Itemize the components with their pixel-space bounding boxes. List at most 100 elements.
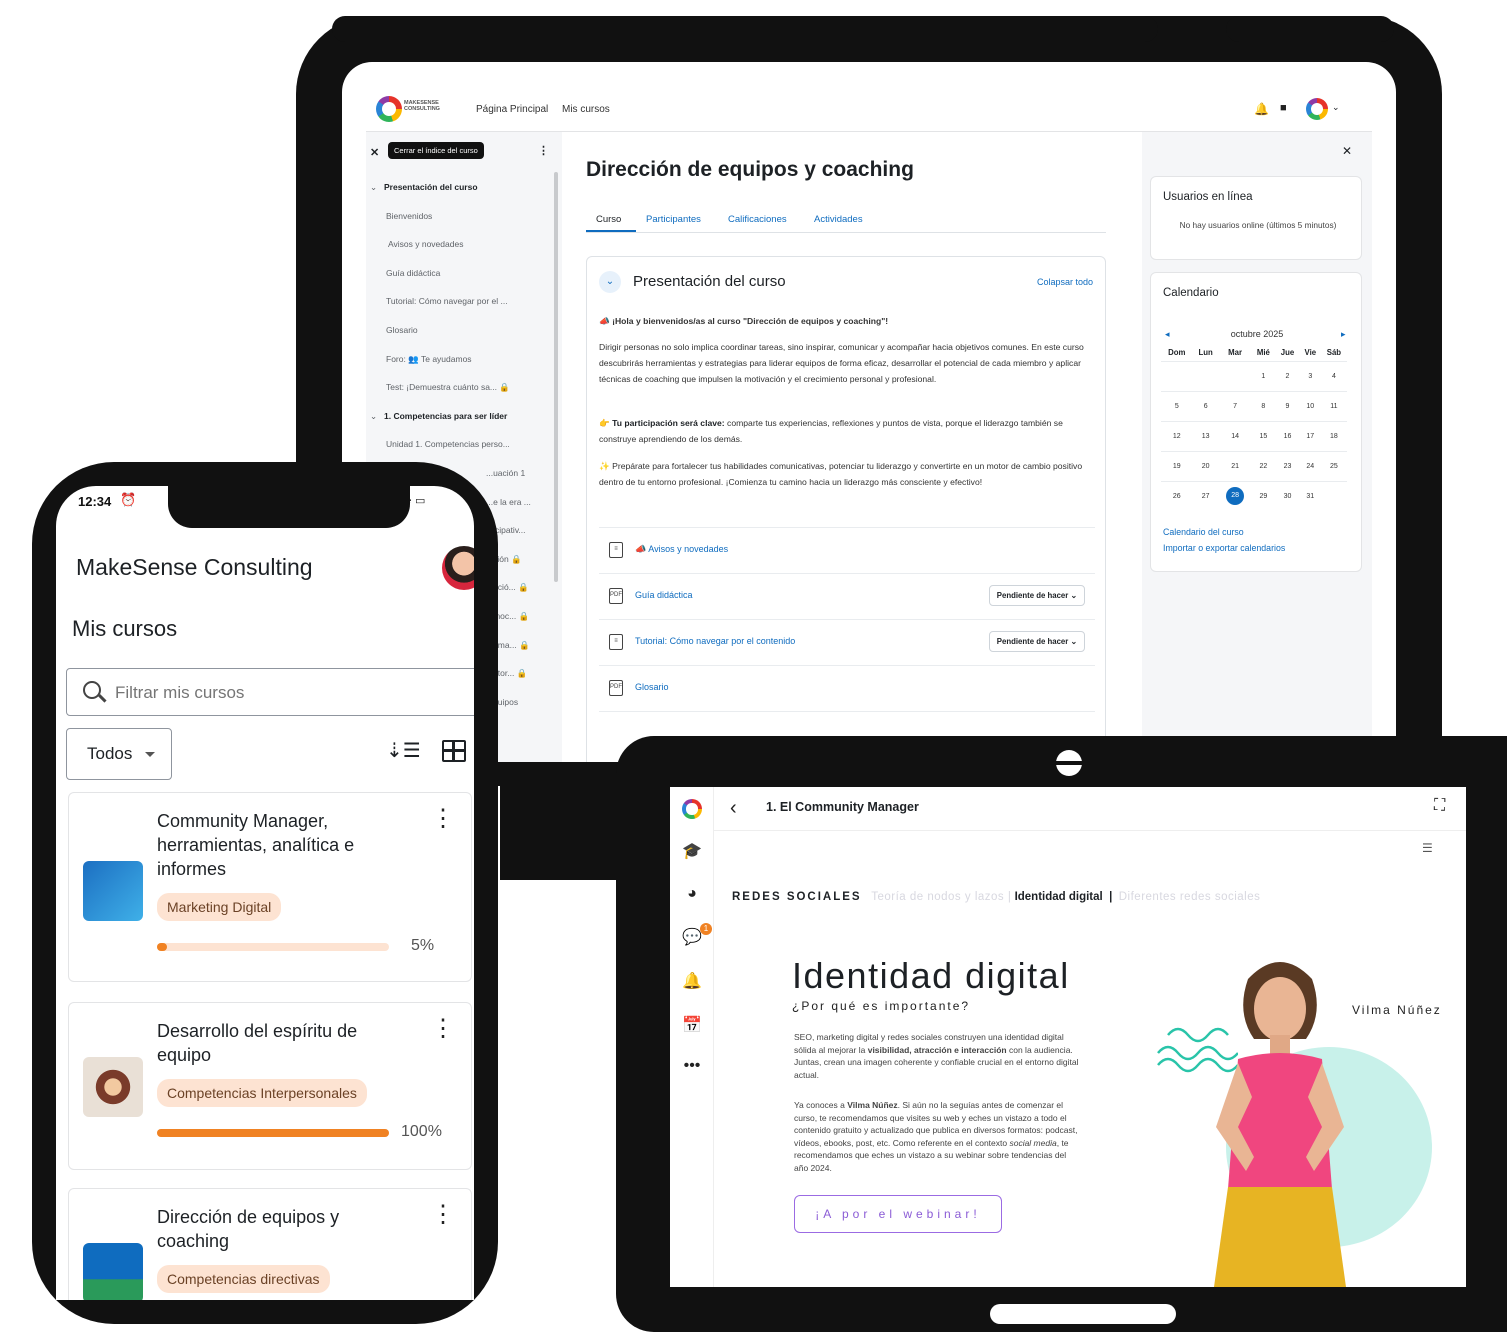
- calendar-day[interactable]: 29: [1251, 480, 1276, 511]
- close-drawer-icon[interactable]: ✕: [1342, 144, 1352, 158]
- course-index-item[interactable]: Unidad 1. Competencias perso...: [386, 439, 510, 449]
- activity-link[interactable]: Tutorial: Cómo navegar por el contenido: [635, 636, 795, 646]
- activity-row[interactable]: PDF Guía didáctica Pendiente de hacer ⌄: [599, 573, 1095, 617]
- back-chevron-icon[interactable]: ‹: [730, 797, 737, 820]
- user-avatar[interactable]: [1306, 98, 1328, 120]
- calendar-day[interactable]: 31: [1299, 480, 1321, 511]
- more-options-icon[interactable]: •••: [682, 1057, 702, 1077]
- activity-link[interactable]: 📣 Avisos y novedades: [635, 544, 728, 555]
- calendar-day[interactable]: 12: [1161, 420, 1193, 451]
- activity-row[interactable]: PDF Glosario: [599, 665, 1095, 709]
- import-export-calendars-link[interactable]: Importar o exportar calendarios: [1163, 543, 1285, 553]
- tab-grades[interactable]: Calificaciones: [728, 214, 787, 225]
- calendar-day[interactable]: 19: [1161, 450, 1193, 481]
- calendar-day[interactable]: 7: [1218, 390, 1252, 421]
- course-title[interactable]: Community Manager, herramientas, analíti…: [157, 809, 397, 881]
- fullscreen-icon[interactable]: ⛶: [1434, 797, 1445, 815]
- course-index-section[interactable]: 1. Competencias para ser líder: [384, 411, 507, 421]
- course-filter-input[interactable]: [115, 683, 445, 703]
- course-index-item[interactable]: Bienvenidos: [386, 211, 432, 221]
- calendar-day[interactable]: 10: [1299, 390, 1321, 421]
- course-card[interactable]: Desarrollo del espíritu de equipo ⋮ Comp…: [68, 1002, 472, 1170]
- calendar-day[interactable]: 24: [1299, 450, 1321, 481]
- activity-link[interactable]: Guía didáctica: [635, 590, 693, 600]
- course-index-scrollbar[interactable]: [554, 172, 558, 582]
- course-calendar-link[interactable]: Calendario del curso: [1163, 527, 1244, 537]
- calendar-day[interactable]: 23: [1275, 450, 1300, 481]
- course-card[interactable]: Community Manager, herramientas, analíti…: [68, 792, 472, 982]
- course-title[interactable]: Desarrollo del espíritu de equipo: [157, 1019, 397, 1067]
- course-card[interactable]: Dirección de equipos y coaching ⋮ Compet…: [68, 1188, 472, 1300]
- activity-link[interactable]: Glosario: [635, 682, 669, 692]
- user-avatar[interactable]: [442, 546, 474, 590]
- bell-icon[interactable]: 🔔: [682, 971, 702, 991]
- calendar-day[interactable]: 15: [1251, 420, 1276, 451]
- nav-link-my-courses[interactable]: Mis cursos: [562, 104, 610, 115]
- completion-status-dropdown[interactable]: Pendiente de hacer ⌄: [988, 631, 1085, 652]
- calendar-day[interactable]: 28: [1218, 480, 1252, 511]
- calendar-day[interactable]: 11: [1320, 390, 1347, 421]
- messages-bubble-icon[interactable]: 💬: [682, 927, 702, 947]
- notifications-bell-icon[interactable]: 🔔: [1254, 102, 1269, 116]
- course-index-item[interactable]: Tutorial: Cómo navegar por el ...: [386, 296, 508, 306]
- calendar-day[interactable]: 22: [1251, 450, 1276, 481]
- makesense-logo-icon[interactable]: [682, 799, 702, 819]
- completion-status-dropdown[interactable]: Pendiente de hacer ⌄: [988, 585, 1085, 606]
- calendar-day[interactable]: 2: [1275, 360, 1300, 391]
- course-index-item[interactable]: Glosario: [386, 325, 418, 335]
- course-options-kebab-icon[interactable]: ⋮: [431, 1203, 455, 1227]
- messages-icon[interactable]: ■: [1280, 102, 1287, 114]
- close-course-index-icon[interactable]: ✕: [370, 146, 379, 159]
- course-index-item[interactable]: ...uación 1: [486, 468, 525, 478]
- calendar-day[interactable]: 26: [1161, 480, 1193, 511]
- calendar-day[interactable]: 4: [1320, 360, 1347, 391]
- calendar-day[interactable]: 25: [1320, 450, 1347, 481]
- calendar-day[interactable]: 17: [1299, 420, 1321, 451]
- calendar-day[interactable]: 27: [1192, 480, 1219, 511]
- activity-row[interactable]: ≡ 📣 Avisos y novedades: [599, 527, 1095, 571]
- course-status-select[interactable]: Todos: [66, 728, 172, 780]
- tab-participants[interactable]: Participantes: [646, 214, 701, 225]
- calendar-day[interactable]: 16: [1275, 420, 1300, 451]
- calendar-day[interactable]: 6: [1192, 390, 1219, 421]
- course-options-kebab-icon[interactable]: ⋮: [431, 807, 455, 831]
- next-month-arrow-icon[interactable]: ▸: [1341, 329, 1346, 340]
- section-chevron-down-icon[interactable]: ⌄: [370, 182, 377, 193]
- calendar-day[interactable]: 30: [1275, 480, 1300, 511]
- calendar-day[interactable]: 3: [1299, 360, 1321, 391]
- calendar-icon[interactable]: 📅: [682, 1015, 702, 1035]
- table-of-contents-icon[interactable]: ☰: [1422, 841, 1433, 855]
- course-index-section[interactable]: Presentación del curso: [384, 182, 478, 192]
- nav-link-home[interactable]: Página Principal: [476, 104, 548, 115]
- calendar-day[interactable]: 5: [1161, 390, 1193, 421]
- course-index-item[interactable]: Avisos y novedades: [388, 239, 463, 249]
- collapse-section-chevron-icon[interactable]: ⌄: [599, 271, 621, 293]
- course-index-item[interactable]: Guía didáctica: [386, 268, 440, 278]
- calendar-day[interactable]: 14: [1218, 420, 1252, 451]
- breadcrumb-prev[interactable]: Teoría de nodos y lazos |: [871, 891, 1011, 903]
- course-title[interactable]: Dirección de equipos y coaching: [157, 1205, 397, 1253]
- calendar-day[interactable]: 1: [1251, 360, 1276, 391]
- course-index-item[interactable]: Foro: 👥 Te ayudamos: [386, 354, 472, 365]
- collapse-all-link[interactable]: Colapsar todo: [1037, 277, 1093, 287]
- webinar-button[interactable]: ¡A por el webinar!: [794, 1195, 1002, 1233]
- course-index-item[interactable]: Test: ¡Demuestra cuánto sa... 🔒: [386, 382, 510, 393]
- calendar-day[interactable]: 9: [1275, 390, 1300, 421]
- course-options-kebab-icon[interactable]: ⋮: [431, 1017, 455, 1041]
- breadcrumb-next[interactable]: Diferentes redes sociales: [1119, 891, 1261, 903]
- grid-view-icon[interactable]: [442, 740, 466, 762]
- tab-activities[interactable]: Actividades: [814, 214, 863, 225]
- course-index-options-icon[interactable]: ⋮: [538, 144, 549, 157]
- calendar-day[interactable]: 20: [1192, 450, 1219, 481]
- activity-row[interactable]: ≡ Tutorial: Cómo navegar por el contenid…: [599, 619, 1095, 663]
- course-index-item[interactable]: ...e la era ...: [486, 497, 531, 507]
- makesense-logo-icon[interactable]: [376, 96, 402, 122]
- calendar-day[interactable]: 13: [1192, 420, 1219, 451]
- sort-icon[interactable]: ⇣☰: [386, 738, 421, 763]
- user-menu-chevron-down-icon[interactable]: ⌄: [1332, 102, 1340, 113]
- graduation-cap-icon[interactable]: 🎓: [682, 841, 702, 861]
- calendar-day[interactable]: 21: [1218, 450, 1252, 481]
- section-chevron-down-icon[interactable]: ⌄: [370, 411, 377, 422]
- tab-course[interactable]: Curso: [596, 214, 621, 225]
- dashboard-gauge-icon[interactable]: ◕: [682, 885, 702, 905]
